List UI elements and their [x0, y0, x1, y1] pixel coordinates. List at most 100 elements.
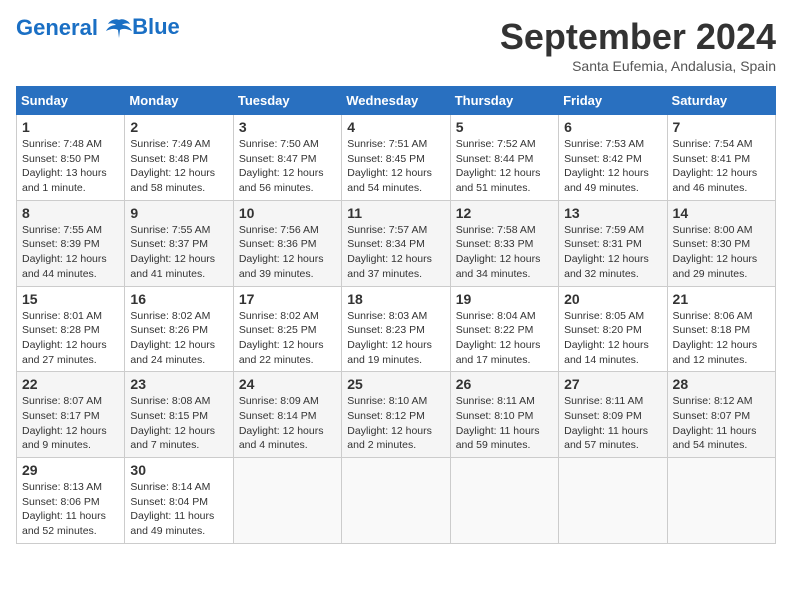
- day-info: Sunrise: 7:58 AM Sunset: 8:33 PM Dayligh…: [456, 223, 553, 282]
- weekday-header-tuesday: Tuesday: [233, 87, 341, 115]
- day-number: 1: [22, 119, 119, 135]
- day-info: Sunrise: 7:56 AM Sunset: 8:36 PM Dayligh…: [239, 223, 336, 282]
- day-info: Sunrise: 8:05 AM Sunset: 8:20 PM Dayligh…: [564, 309, 661, 368]
- calendar-cell: [667, 458, 775, 544]
- day-number: 11: [347, 205, 444, 221]
- calendar-cell: 30 Sunrise: 8:14 AM Sunset: 8:04 PM Dayli…: [125, 458, 233, 544]
- calendar-cell: 5Sunrise: 7:52 AM Sunset: 8:44 PM Daylig…: [450, 115, 558, 201]
- day-info: Sunrise: 8:00 AM Sunset: 8:30 PM Dayligh…: [673, 223, 770, 282]
- day-number: 27: [564, 376, 661, 392]
- calendar-cell: 28 Sunrise: 8:12 AM Sunset: 8:07 PM Dayli…: [667, 372, 775, 458]
- week-row-5: 29Sunrise: 8:13 AM Sunset: 8:06 PM Dayli…: [17, 458, 776, 544]
- day-number: 17: [239, 291, 336, 307]
- day-number: 20: [564, 291, 661, 307]
- calendar-cell: 9 Sunrise: 7:55 AM Sunset: 8:37 PM Daylig…: [125, 200, 233, 286]
- weekday-header-saturday: Saturday: [667, 87, 775, 115]
- title-area: September 2024 Santa Eufemia, Andalusia,…: [500, 16, 776, 74]
- day-number: 18: [347, 291, 444, 307]
- calendar-cell: 18 Sunrise: 8:03 AM Sunset: 8:23 PM Dayli…: [342, 286, 450, 372]
- calendar-cell: 2Sunrise: 7:49 AM Sunset: 8:48 PM Daylig…: [125, 115, 233, 201]
- calendar-cell: [450, 458, 558, 544]
- day-number: 19: [456, 291, 553, 307]
- calendar-cell: 24Sunrise: 8:09 AM Sunset: 8:14 PM Dayli…: [233, 372, 341, 458]
- day-number: 30: [130, 462, 227, 478]
- day-number: 25: [347, 376, 444, 392]
- day-info: Sunrise: 8:04 AM Sunset: 8:22 PM Dayligh…: [456, 309, 553, 368]
- calendar-cell: 23Sunrise: 8:08 AM Sunset: 8:15 PM Dayli…: [125, 372, 233, 458]
- day-info: Sunrise: 8:06 AM Sunset: 8:18 PM Dayligh…: [673, 309, 770, 368]
- day-number: 28: [673, 376, 770, 392]
- calendar-cell: [342, 458, 450, 544]
- day-number: 9: [130, 205, 227, 221]
- week-row-4: 22 Sunrise: 8:07 AM Sunset: 8:17 PM Dayli…: [17, 372, 776, 458]
- calendar-cell: 22 Sunrise: 8:07 AM Sunset: 8:17 PM Dayli…: [17, 372, 125, 458]
- calendar-cell: 10Sunrise: 7:56 AM Sunset: 8:36 PM Dayli…: [233, 200, 341, 286]
- calendar-cell: 27Sunrise: 8:11 AM Sunset: 8:09 PM Dayli…: [559, 372, 667, 458]
- calendar-cell: [559, 458, 667, 544]
- logo-bird-icon: [106, 18, 132, 40]
- month-title: September 2024: [500, 16, 776, 58]
- day-number: 16: [130, 291, 227, 307]
- weekday-header-monday: Monday: [125, 87, 233, 115]
- day-number: 21: [673, 291, 770, 307]
- day-number: 6: [564, 119, 661, 135]
- calendar-cell: 13 Sunrise: 7:59 AM Sunset: 8:31 PM Dayli…: [559, 200, 667, 286]
- calendar-table: SundayMondayTuesdayWednesdayThursdayFrid…: [16, 86, 776, 544]
- day-info: Sunrise: 7:54 AM Sunset: 8:41 PM Dayligh…: [673, 137, 770, 196]
- week-row-3: 15 Sunrise: 8:01 AM Sunset: 8:28 PM Dayli…: [17, 286, 776, 372]
- calendar-cell: 16 Sunrise: 8:02 AM Sunset: 8:26 PM Dayli…: [125, 286, 233, 372]
- day-info: Sunrise: 8:09 AM Sunset: 8:14 PM Dayligh…: [239, 394, 336, 453]
- calendar-cell: 21 Sunrise: 8:06 AM Sunset: 8:18 PM Dayli…: [667, 286, 775, 372]
- day-number: 13: [564, 205, 661, 221]
- calendar-cell: [233, 458, 341, 544]
- weekday-header-thursday: Thursday: [450, 87, 558, 115]
- weekday-header-wednesday: Wednesday: [342, 87, 450, 115]
- day-info: Sunrise: 7:48 AM Sunset: 8:50 PM Dayligh…: [22, 137, 119, 196]
- day-info: Sunrise: 8:14 AM Sunset: 8:04 PM Dayligh…: [130, 480, 227, 539]
- calendar-cell: 6 Sunrise: 7:53 AM Sunset: 8:42 PM Daylig…: [559, 115, 667, 201]
- calendar-cell: 17 Sunrise: 8:02 AM Sunset: 8:25 PM Dayli…: [233, 286, 341, 372]
- day-info: Sunrise: 7:55 AM Sunset: 8:37 PM Dayligh…: [130, 223, 227, 282]
- day-number: 7: [673, 119, 770, 135]
- day-number: 22: [22, 376, 119, 392]
- day-info: Sunrise: 7:59 AM Sunset: 8:31 PM Dayligh…: [564, 223, 661, 282]
- header: General Blue September 2024 Santa Eufemi…: [16, 16, 776, 74]
- day-info: Sunrise: 8:02 AM Sunset: 8:26 PM Dayligh…: [130, 309, 227, 368]
- calendar-cell: 11 Sunrise: 7:57 AM Sunset: 8:34 PM Dayli…: [342, 200, 450, 286]
- day-info: Sunrise: 7:52 AM Sunset: 8:44 PM Dayligh…: [456, 137, 553, 196]
- day-info: Sunrise: 8:07 AM Sunset: 8:17 PM Dayligh…: [22, 394, 119, 453]
- calendar-cell: 25 Sunrise: 8:10 AM Sunset: 8:12 PM Dayli…: [342, 372, 450, 458]
- day-info: Sunrise: 8:03 AM Sunset: 8:23 PM Dayligh…: [347, 309, 444, 368]
- logo-blue: Blue: [132, 15, 180, 39]
- calendar-cell: 12 Sunrise: 7:58 AM Sunset: 8:33 PM Dayli…: [450, 200, 558, 286]
- calendar-cell: 7 Sunrise: 7:54 AM Sunset: 8:41 PM Daylig…: [667, 115, 775, 201]
- day-number: 26: [456, 376, 553, 392]
- day-number: 12: [456, 205, 553, 221]
- day-number: 8: [22, 205, 119, 221]
- day-info: Sunrise: 8:02 AM Sunset: 8:25 PM Dayligh…: [239, 309, 336, 368]
- day-number: 14: [673, 205, 770, 221]
- day-number: 4: [347, 119, 444, 135]
- weekday-header-sunday: Sunday: [17, 87, 125, 115]
- weekday-header-friday: Friday: [559, 87, 667, 115]
- day-info: Sunrise: 8:08 AM Sunset: 8:15 PM Dayligh…: [130, 394, 227, 453]
- calendar-cell: 19 Sunrise: 8:04 AM Sunset: 8:22 PM Dayli…: [450, 286, 558, 372]
- day-info: Sunrise: 8:10 AM Sunset: 8:12 PM Dayligh…: [347, 394, 444, 453]
- day-info: Sunrise: 8:11 AM Sunset: 8:10 PM Dayligh…: [456, 394, 553, 453]
- location-subtitle: Santa Eufemia, Andalusia, Spain: [500, 58, 776, 74]
- calendar-cell: 1 Sunrise: 7:48 AM Sunset: 8:50 PM Daylig…: [17, 115, 125, 201]
- day-info: Sunrise: 7:51 AM Sunset: 8:45 PM Dayligh…: [347, 137, 444, 196]
- day-info: Sunrise: 7:53 AM Sunset: 8:42 PM Dayligh…: [564, 137, 661, 196]
- day-info: Sunrise: 7:57 AM Sunset: 8:34 PM Dayligh…: [347, 223, 444, 282]
- calendar-cell: 8 Sunrise: 7:55 AM Sunset: 8:39 PM Daylig…: [17, 200, 125, 286]
- logo-text: General: [16, 16, 132, 40]
- day-number: 15: [22, 291, 119, 307]
- calendar-cell: 20 Sunrise: 8:05 AM Sunset: 8:20 PM Dayli…: [559, 286, 667, 372]
- calendar-cell: 3Sunrise: 7:50 AM Sunset: 8:47 PM Daylig…: [233, 115, 341, 201]
- day-info: Sunrise: 8:01 AM Sunset: 8:28 PM Dayligh…: [22, 309, 119, 368]
- logo-general: General: [16, 15, 98, 40]
- day-info: Sunrise: 7:55 AM Sunset: 8:39 PM Dayligh…: [22, 223, 119, 282]
- day-info: Sunrise: 7:49 AM Sunset: 8:48 PM Dayligh…: [130, 137, 227, 196]
- calendar-cell: 14 Sunrise: 8:00 AM Sunset: 8:30 PM Dayli…: [667, 200, 775, 286]
- day-info: Sunrise: 8:12 AM Sunset: 8:07 PM Dayligh…: [673, 394, 770, 453]
